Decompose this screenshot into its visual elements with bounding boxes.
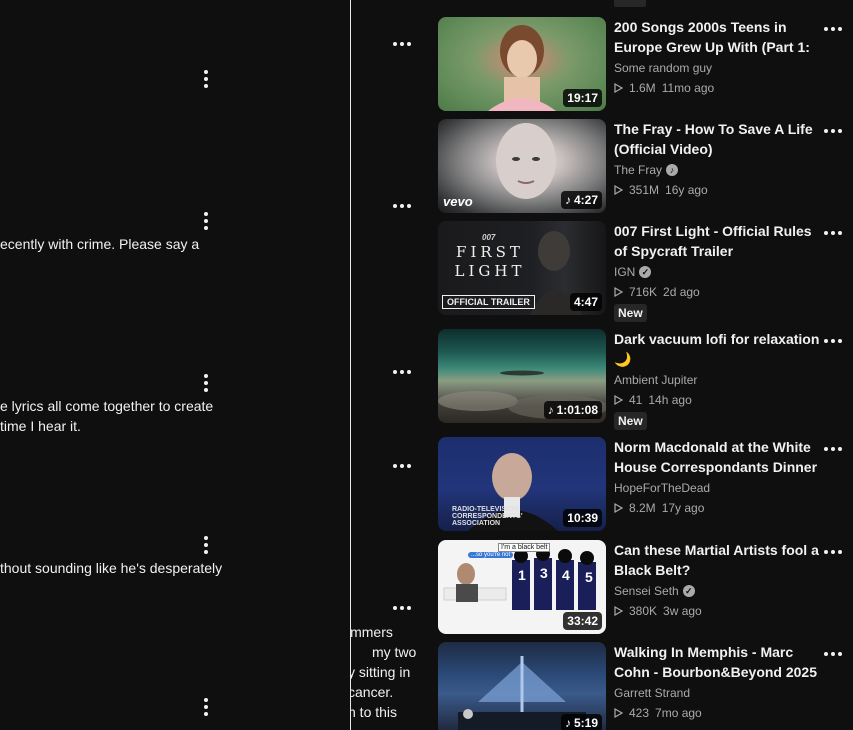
video-thumbnail[interactable]: 007 FIRST LIGHT OFFICIAL TRAILER 4:47: [438, 221, 606, 315]
comment-menu-icon[interactable]: [203, 698, 209, 716]
duration-badge: 4:47: [569, 293, 602, 311]
views-icon: [614, 708, 623, 718]
video-meta: 1.6M 11mo ago: [614, 79, 714, 97]
thumbnail-caption: RADIO-TELEVISION CORRESPONDENTS' ASSOCIA…: [452, 506, 523, 527]
views-icon: [614, 606, 623, 616]
more-actions-icon[interactable]: [824, 26, 842, 32]
music-note-icon: ♪: [564, 193, 571, 207]
replies-panel: immers my two y sitting in cancer. h to …: [351, 0, 437, 730]
new-badge: New: [614, 412, 647, 430]
channel-name[interactable]: Sensei Seth ✓: [614, 582, 695, 600]
video-title[interactable]: 200 Songs 2000s Teens in Europe Grew Up …: [614, 17, 820, 57]
video-title[interactable]: Walking In Memphis - Marc Cohn - Bourbon…: [614, 642, 820, 682]
thumbnail-title: FIRST LIGHT: [454, 243, 526, 280]
recommendation-item[interactable]: ♪ 5:19 Walking In Memphis - Marc Cohn - B…: [438, 642, 853, 730]
reply-text: cancer.: [351, 684, 394, 700]
reply-text: my two: [372, 644, 417, 660]
reply-text: y sitting in: [351, 664, 411, 680]
video-meta: 8.2M 17y ago: [614, 499, 704, 517]
views-icon: [614, 185, 623, 195]
comment-menu-icon[interactable]: [203, 70, 209, 88]
video-title[interactable]: The Fray - How To Save A Life (Official …: [614, 119, 820, 159]
svg-text:1: 1: [518, 567, 526, 583]
channel-name[interactable]: Garrett Strand: [614, 684, 690, 702]
reply-menu-icon[interactable]: [393, 369, 411, 375]
video-title[interactable]: 007 First Light - Official Rules of Spyc…: [614, 221, 820, 261]
comment-menu-icon[interactable]: [203, 374, 209, 392]
chip-remnant: [614, 0, 646, 7]
reply-menu-icon[interactable]: [393, 203, 411, 209]
video-title[interactable]: Can these Martial Artists fool a Black B…: [614, 540, 820, 580]
video-meta: 380K 3w ago: [614, 602, 702, 620]
more-actions-icon[interactable]: [824, 446, 842, 452]
comment-text: ecently with crime. Please say a: [0, 236, 200, 252]
recommendation-item[interactable]: RADIO-TELEVISION CORRESPONDENTS' ASSOCIA…: [438, 437, 853, 532]
comments-panel: ecently with crime. Please say a e lyric…: [0, 0, 350, 730]
reply-text: h to this: [351, 704, 398, 720]
more-actions-icon[interactable]: [824, 128, 842, 134]
verified-artist-icon: ♪: [666, 164, 679, 176]
views-icon: [614, 503, 623, 513]
channel-name[interactable]: The Fray ♪: [614, 161, 679, 179]
more-actions-icon[interactable]: [824, 651, 842, 657]
verified-icon: ✓: [682, 585, 695, 597]
svg-text:5: 5: [585, 569, 593, 585]
svg-text:3: 3: [540, 565, 548, 581]
more-actions-icon[interactable]: [824, 338, 842, 344]
comment-text: e lyrics all come together to create: [0, 398, 214, 414]
video-title[interactable]: Dark vacuum lofi for relaxation 🌙: [614, 329, 820, 369]
duration-badge: ♪ 1:01:08: [543, 401, 602, 419]
thumbnail-watermark: vevo: [443, 194, 473, 209]
thumbnail-speech-bubble: I'm a black belt: [498, 543, 551, 552]
duration-badge: 33:42: [563, 612, 602, 630]
reply-menu-icon[interactable]: [393, 41, 411, 47]
recommendation-item[interactable]: 1345 I'm a black belt ...so you're not 3…: [438, 540, 853, 635]
video-meta: 41 14h ago: [614, 391, 692, 409]
video-meta: 351M 16y ago: [614, 181, 708, 199]
reply-menu-icon[interactable]: [393, 463, 411, 469]
views-icon: [614, 83, 623, 93]
comment-menu-icon[interactable]: [203, 536, 209, 554]
comment-menu-icon[interactable]: [203, 212, 209, 230]
recommendation-item[interactable]: 007 FIRST LIGHT OFFICIAL TRAILER 4:47 00…: [438, 221, 853, 322]
comment-text: time I hear it.: [0, 418, 81, 434]
music-note-icon: ♪: [564, 716, 571, 730]
duration-badge: 10:39: [563, 509, 602, 527]
video-title[interactable]: Norm Macdonald at the White House Corres…: [614, 437, 820, 477]
comment-text: thout sounding like he's desperately: [0, 560, 223, 576]
svg-text:4: 4: [562, 567, 570, 583]
thumbnail-logo: 007: [482, 233, 496, 242]
new-badge: New: [614, 304, 647, 322]
views-icon: [614, 395, 623, 405]
more-actions-icon[interactable]: [824, 230, 842, 236]
duration-badge: 19:17: [563, 89, 602, 107]
verified-icon: ✓: [639, 266, 652, 278]
duration-badge: ♪ 4:27: [560, 191, 602, 209]
channel-name[interactable]: IGN ✓: [614, 263, 652, 281]
video-meta: 716K 2d ago: [614, 283, 700, 301]
video-meta: 423 7mo ago: [614, 704, 702, 722]
recommendation-item[interactable]: vevo ♪ 4:27 The Fray - How To Save A Life…: [438, 119, 853, 214]
video-thumbnail[interactable]: vevo ♪ 4:27: [438, 119, 606, 213]
reply-text: immers: [351, 624, 393, 640]
recommendation-item[interactable]: ♪ 1:01:08 Dark vacuum lofi for relaxation…: [438, 329, 853, 430]
channel-name[interactable]: Some random guy: [614, 59, 712, 77]
duration-badge: ♪ 5:19: [560, 714, 602, 730]
video-thumbnail[interactable]: RADIO-TELEVISION CORRESPONDENTS' ASSOCIA…: [438, 437, 606, 531]
video-thumbnail[interactable]: 1345 I'm a black belt ...so you're not 3…: [438, 540, 606, 634]
channel-name[interactable]: HopeForTheDead: [614, 479, 710, 497]
thumbnail-speech-bubble: ...so you're not: [468, 552, 514, 558]
music-note-icon: ♪: [547, 403, 554, 417]
video-thumbnail[interactable]: ♪ 1:01:08: [438, 329, 606, 423]
channel-name[interactable]: Ambient Jupiter: [614, 371, 697, 389]
recommendation-item[interactable]: 19:17 200 Songs 2000s Teens in Europe Gr…: [438, 17, 853, 112]
views-icon: [614, 287, 623, 297]
more-actions-icon[interactable]: [824, 549, 842, 555]
thumbnail-badge: OFFICIAL TRAILER: [442, 295, 535, 309]
video-thumbnail[interactable]: 19:17: [438, 17, 606, 111]
reply-menu-icon[interactable]: [393, 605, 411, 611]
video-thumbnail[interactable]: ♪ 5:19: [438, 642, 606, 730]
